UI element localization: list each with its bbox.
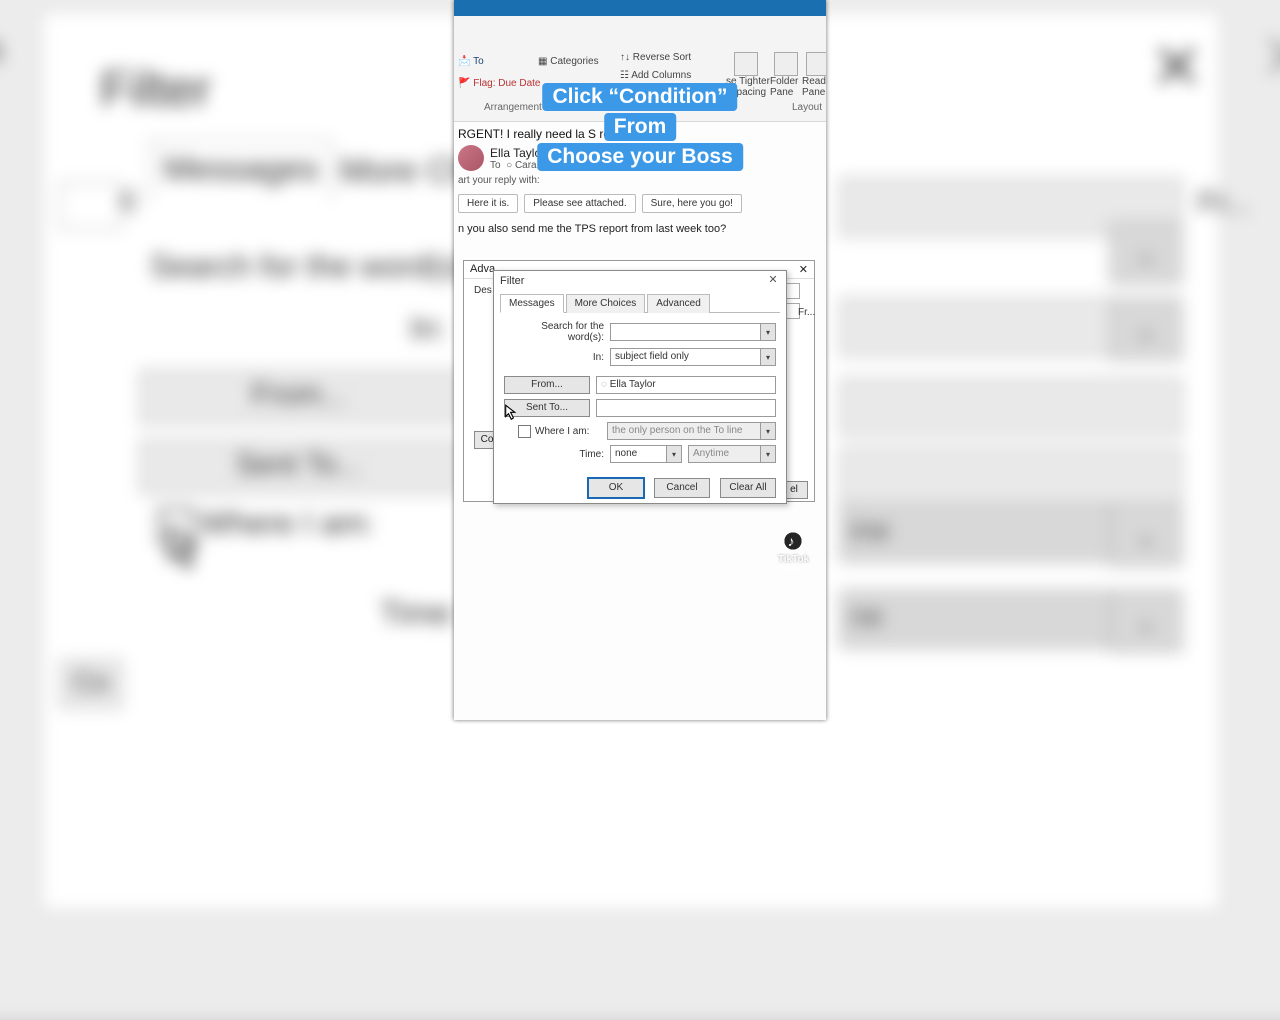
- search-words-input[interactable]: ▾: [610, 323, 776, 341]
- from-button[interactable]: From...: [504, 376, 590, 394]
- tab-messages[interactable]: Messages: [500, 294, 564, 313]
- close-icon[interactable]: ✕: [799, 263, 808, 276]
- chevron-down-icon: ▾: [760, 446, 775, 462]
- suggested-reply-3[interactable]: Sure, here you go!: [642, 194, 742, 213]
- tiktok-icon: ♪: [782, 530, 804, 552]
- ribbon-group-layout: Layout: [792, 102, 822, 113]
- message-body: n you also send me the TPS report from l…: [458, 223, 822, 235]
- outlook-title-bar: [454, 0, 826, 16]
- close-icon[interactable]: ✕: [766, 274, 780, 288]
- chevron-down-icon: ▾: [760, 324, 775, 340]
- time-range-select: Anytime▾: [688, 445, 776, 463]
- tab-advanced[interactable]: Advanced: [647, 294, 709, 313]
- time-type-select[interactable]: none▾: [610, 445, 682, 463]
- from-input[interactable]: ◌ Ella Taylor: [596, 376, 776, 394]
- ribbon-group-arrangement: Arrangement: [484, 102, 542, 113]
- cursor-icon: [505, 404, 519, 427]
- sent-to-input[interactable]: [596, 399, 776, 417]
- search-words-label: Search for the word(s):: [504, 321, 610, 343]
- reading-pane-icon[interactable]: [806, 52, 826, 76]
- ribbon-add-columns[interactable]: ☷ Add Columns: [620, 70, 691, 81]
- time-label: Time:: [504, 449, 610, 460]
- cursor-icon: [168, 525, 208, 578]
- tab-more-choices[interactable]: More Choices: [566, 294, 646, 313]
- ribbon-reverse-sort[interactable]: ↑↓ Reverse Sort: [620, 52, 691, 63]
- tighter-spacing-icon[interactable]: [734, 52, 758, 76]
- close-icon: ✕: [1260, 20, 1280, 95]
- where-i-am-label: Where I am:: [535, 426, 607, 437]
- ok-button[interactable]: OK: [588, 478, 644, 498]
- close-icon: ✕: [1150, 30, 1204, 105]
- folder-pane-icon[interactable]: [774, 52, 798, 76]
- suggested-replies: Here it is. Please see attached. Sure, h…: [458, 194, 822, 213]
- filter-dialog: Filter ✕ Messages More Choices Advanced …: [493, 270, 787, 504]
- chevron-down-icon: ▾: [760, 423, 775, 439]
- chevron-down-icon: ▾: [760, 349, 775, 365]
- where-i-am-select: the only person on the To line▾: [607, 422, 776, 440]
- chevron-down-icon: ▾: [666, 446, 681, 462]
- in-label: In:: [504, 352, 610, 363]
- cancel-button[interactable]: Cancel: [654, 478, 710, 498]
- filter-tabs: Messages More Choices Advanced: [500, 293, 780, 313]
- suggested-reply-2[interactable]: Please see attached.: [524, 194, 635, 213]
- avatar: [458, 145, 484, 171]
- ribbon-categories[interactable]: ▦ Categories: [538, 56, 599, 67]
- tiktok-watermark: ♪ TikTok @mrholt.co: [773, 530, 814, 574]
- suggested-reply-1[interactable]: Here it is.: [458, 194, 518, 213]
- ribbon-to[interactable]: 📩 To: [458, 56, 484, 67]
- instruction-caption: Click “Condition” From Choose your Boss: [537, 82, 743, 172]
- where-i-am-checkbox[interactable]: [518, 425, 531, 438]
- in-field-select[interactable]: subject field only▾: [610, 348, 776, 366]
- dialog-title: Filter: [500, 275, 524, 287]
- clear-all-button[interactable]: Clear All: [720, 478, 776, 498]
- ribbon-flag[interactable]: 🚩 Flag: Due Date: [458, 78, 541, 89]
